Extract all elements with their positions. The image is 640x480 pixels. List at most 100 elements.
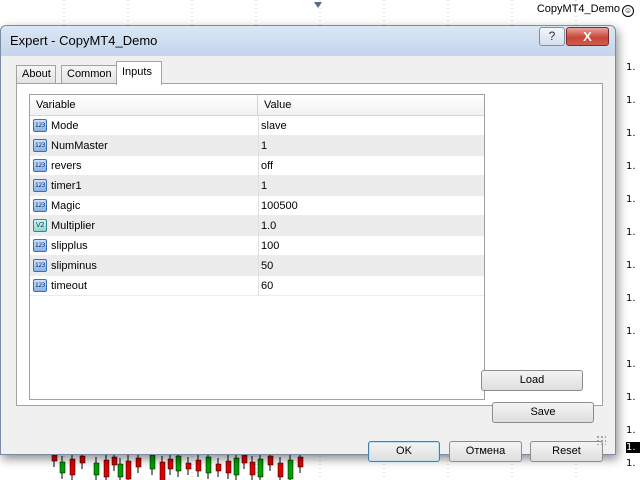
candle-body bbox=[149, 454, 156, 470]
table-row[interactable]: 123 slipminus 50 bbox=[30, 256, 484, 276]
variable-name: timeout bbox=[51, 280, 88, 292]
candle-body bbox=[215, 463, 222, 472]
candle-body bbox=[241, 454, 248, 464]
variable-value[interactable]: 100 bbox=[258, 236, 484, 256]
candle-body bbox=[125, 460, 132, 480]
price-label: 1. bbox=[626, 194, 636, 205]
double-type-icon: V2 bbox=[33, 219, 47, 232]
table-row[interactable]: 123 Mode slave bbox=[30, 116, 484, 136]
inputs-panel: Variable Value 123 Mode slave 123 NumMaster 1… bbox=[16, 83, 603, 406]
price-axis: 1. 1. 1. 1. 1. 1. 1. 1. 1. 1. 1. 1. 1. 1. bbox=[626, 0, 640, 480]
candle-body bbox=[267, 455, 274, 466]
column-header-variable[interactable]: Variable bbox=[30, 95, 257, 116]
candle-body bbox=[195, 459, 202, 472]
price-label: 1. bbox=[626, 260, 636, 271]
tab-inputs[interactable]: Inputs bbox=[116, 61, 162, 85]
table-row[interactable]: 123 revers off bbox=[30, 156, 484, 176]
variable-value[interactable]: 1 bbox=[258, 176, 484, 196]
dialog-titlebar[interactable]: Expert - CopyMT4_Demo ? X bbox=[1, 26, 615, 56]
candle-body bbox=[93, 462, 100, 476]
ok-button[interactable]: OK bbox=[368, 441, 440, 462]
candle-body bbox=[185, 462, 192, 470]
chart-shift-marker bbox=[314, 2, 322, 8]
candle-body bbox=[117, 463, 124, 478]
variable-value[interactable]: 50 bbox=[258, 256, 484, 276]
candle-body bbox=[103, 459, 110, 478]
candle-body bbox=[51, 454, 58, 462]
price-label: 1. bbox=[626, 293, 636, 304]
table-row[interactable]: 123 NumMaster 1 bbox=[30, 136, 484, 156]
variable-value[interactable]: 100500 bbox=[258, 196, 484, 216]
candle-body bbox=[233, 457, 240, 476]
candle-body bbox=[249, 461, 256, 476]
chart-title: CopyMT4_Demo bbox=[536, 3, 620, 15]
current-price-label: 1. bbox=[626, 442, 640, 453]
candle-body bbox=[59, 461, 66, 474]
variable-value[interactable]: 1 bbox=[258, 136, 484, 156]
price-label: 1. bbox=[626, 359, 636, 370]
table-row[interactable]: 123 Magic 100500 bbox=[30, 196, 484, 216]
candle-body bbox=[277, 462, 284, 478]
grid-header: Variable Value bbox=[30, 95, 484, 116]
candle-body bbox=[175, 455, 182, 472]
variable-value[interactable]: slave bbox=[258, 116, 484, 136]
candle-body bbox=[69, 458, 76, 476]
column-header-value[interactable]: Value bbox=[258, 95, 484, 116]
variable-value[interactable]: 1.0 bbox=[258, 216, 484, 236]
price-label: 1. bbox=[626, 161, 636, 172]
dialog-client: About Common Inputs Variable Value 123 Mo… bbox=[8, 56, 608, 462]
variable-value[interactable]: off bbox=[258, 156, 484, 176]
inputs-grid[interactable]: Variable Value 123 Mode slave 123 NumMaster 1… bbox=[29, 94, 485, 400]
candle-body bbox=[225, 460, 232, 474]
price-label: 1. bbox=[626, 392, 636, 403]
resize-grip[interactable] bbox=[596, 435, 606, 445]
integer-type-icon: 123 bbox=[33, 279, 47, 292]
integer-type-icon: 123 bbox=[33, 119, 47, 132]
candle-body bbox=[159, 461, 166, 480]
candle-body bbox=[257, 458, 264, 478]
integer-type-icon: 123 bbox=[33, 159, 47, 172]
help-button[interactable]: ? bbox=[539, 27, 565, 46]
variable-name: Mode bbox=[51, 120, 79, 132]
integer-type-icon: 123 bbox=[33, 239, 47, 252]
table-row[interactable]: V2 Multiplier 1.0 bbox=[30, 216, 484, 236]
variable-name: timer1 bbox=[51, 180, 82, 192]
load-button[interactable]: Load bbox=[481, 370, 583, 391]
integer-type-icon: 123 bbox=[33, 199, 47, 212]
integer-type-icon: 123 bbox=[33, 179, 47, 192]
tab-common[interactable]: Common bbox=[61, 65, 117, 84]
candle-body bbox=[111, 456, 118, 466]
variable-name: Multiplier bbox=[51, 220, 96, 232]
table-row[interactable]: 123 slipplus 100 bbox=[30, 236, 484, 256]
price-label: 1. bbox=[626, 458, 636, 469]
table-row[interactable]: 123 timer1 1 bbox=[30, 176, 484, 196]
price-label: 1. bbox=[626, 326, 636, 337]
close-button[interactable]: X bbox=[566, 27, 609, 46]
variable-name: revers bbox=[51, 160, 82, 172]
price-label: 1. bbox=[626, 128, 636, 139]
price-label: 1. bbox=[626, 95, 636, 106]
tab-about[interactable]: About bbox=[16, 65, 56, 84]
table-row[interactable]: 123 timeout 60 bbox=[30, 276, 484, 296]
price-label: 1. bbox=[626, 425, 636, 436]
expert-dialog: Expert - CopyMT4_Demo ? X About Common I… bbox=[0, 25, 616, 462]
candle-body bbox=[79, 455, 86, 464]
candle-body bbox=[297, 456, 304, 468]
price-label: 1. bbox=[626, 62, 636, 73]
variable-value[interactable]: 60 bbox=[258, 276, 484, 296]
candle-body bbox=[287, 459, 294, 480]
save-button[interactable]: Save bbox=[492, 402, 594, 423]
variable-name: Magic bbox=[51, 200, 81, 212]
variable-name: slipminus bbox=[51, 260, 97, 272]
reset-button[interactable]: Reset bbox=[530, 441, 603, 462]
candle-body bbox=[135, 457, 142, 468]
variable-name: slipplus bbox=[51, 240, 88, 252]
dialog-title: Expert - CopyMT4_Demo bbox=[10, 33, 158, 48]
candle-body bbox=[205, 456, 212, 474]
cancel-button[interactable]: Отмена bbox=[449, 441, 522, 462]
integer-type-icon: 123 bbox=[33, 259, 47, 272]
candle-body bbox=[167, 458, 174, 470]
variable-name: NumMaster bbox=[51, 140, 108, 152]
integer-type-icon: 123 bbox=[33, 139, 47, 152]
price-label: 1. bbox=[626, 227, 636, 238]
